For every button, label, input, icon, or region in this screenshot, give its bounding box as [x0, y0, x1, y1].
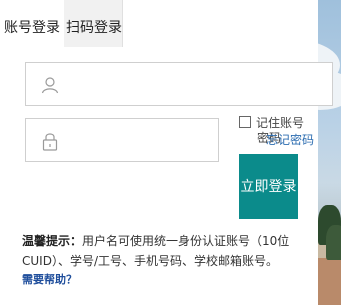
- username-input[interactable]: [70, 71, 224, 99]
- tips-title: 温馨提示：: [22, 234, 83, 248]
- password-input[interactable]: [70, 127, 214, 155]
- password-field[interactable]: [25, 118, 219, 162]
- login-tabs: 账号登录 扫码登录: [0, 0, 318, 47]
- remember-checkbox[interactable]: [239, 116, 251, 128]
- forgot-password-link[interactable]: 忘记密码: [266, 131, 314, 148]
- login-panel: 账号登录 扫码登录 记住账号 密码 忘记密码 立即登录 温馨提示：用户名可使用统…: [0, 0, 333, 305]
- tab-account-login-label: 账号登录: [4, 20, 60, 36]
- lock-icon: [42, 133, 58, 151]
- login-tips: 温馨提示：用户名可使用统一身份认证账号（10位CUID）、学号/工号、手机号码、…: [22, 231, 318, 271]
- username-field[interactable]: [25, 62, 333, 106]
- help-link[interactable]: 需要帮助？: [22, 271, 77, 287]
- tab-qr-login-label: 扫码登录: [66, 20, 122, 36]
- login-button[interactable]: 立即登录: [239, 154, 298, 219]
- tab-qr-login[interactable]: 扫码登录: [64, 0, 123, 47]
- user-icon: [41, 77, 59, 94]
- tab-account-login[interactable]: 账号登录: [0, 0, 64, 47]
